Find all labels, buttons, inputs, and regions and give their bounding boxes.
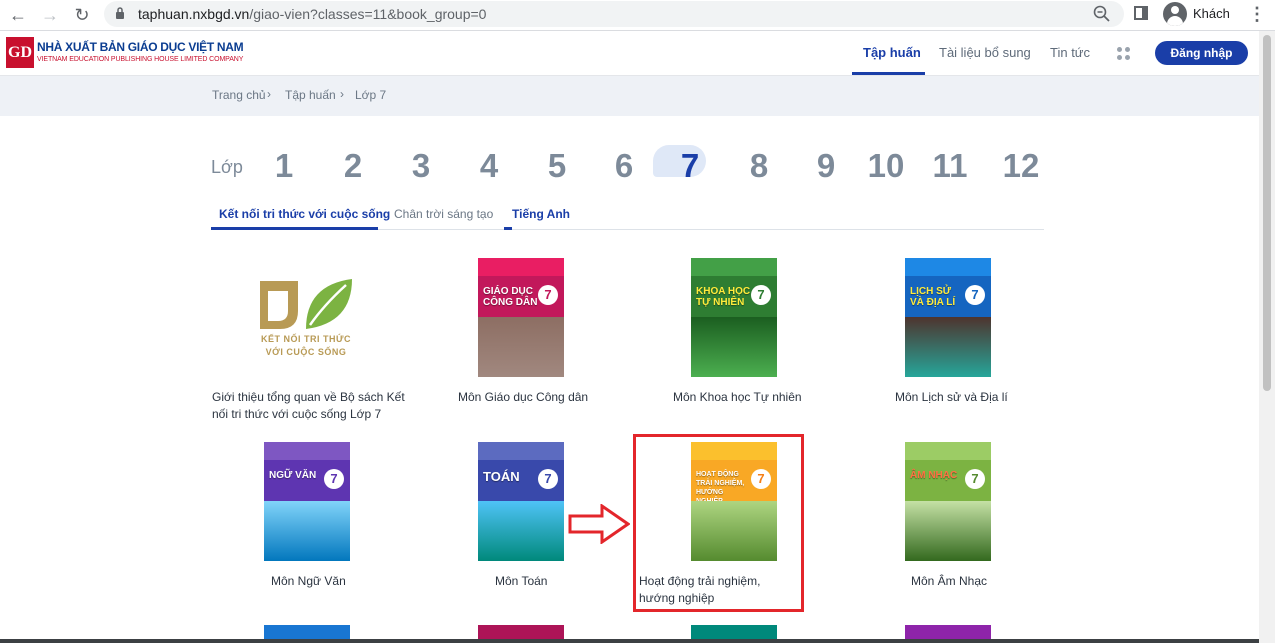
- ket-noi-logo-icon[interactable]: [258, 277, 354, 331]
- forward-icon[interactable]: →: [39, 4, 61, 26]
- book-title[interactable]: Môn Khoa học Tự nhiên: [673, 389, 802, 406]
- browser-toolbar: ← → ↻ taphuan.nxbgd.vn/giao-vien?classes…: [0, 0, 1275, 31]
- site-header: GD NHÀ XUẤT BẢN GIÁO DỤC VIỆT NAM VIETNA…: [0, 31, 1259, 76]
- side-panel-icon[interactable]: [1134, 6, 1148, 20]
- grade-4[interactable]: 4: [469, 147, 509, 185]
- breadcrumb: Trang chủ › Tập huấn › Lớp 7: [0, 76, 1259, 116]
- book-cover-ngu-van[interactable]: NGỮ VĂN 7: [264, 442, 350, 561]
- cover-title: NGỮ VĂN: [269, 470, 317, 481]
- nav-tin-tuc[interactable]: Tin tức: [1050, 45, 1090, 60]
- book-title[interactable]: Môn Ngữ Văn: [271, 573, 346, 590]
- cover-number: 7: [965, 285, 985, 305]
- profile-label: Khách: [1193, 6, 1230, 21]
- cover-number: 7: [538, 285, 558, 305]
- url-text[interactable]: taphuan.nxbgd.vn/giao-vien?classes=11&bo…: [138, 6, 486, 22]
- nav-active-indicator: [852, 72, 925, 75]
- cover-title: GIÁO DỤC CÔNG DÂN: [483, 286, 538, 308]
- grade-12[interactable]: 12: [1001, 147, 1041, 185]
- cover-title: KHOA HỌC TỰ NHIÊN: [696, 286, 751, 308]
- grade-11[interactable]: 11: [930, 147, 970, 185]
- avatar-icon: [1163, 2, 1187, 26]
- grade-6[interactable]: 6: [604, 147, 644, 185]
- book-cover-gdcd[interactable]: GIÁO DỤC CÔNG DÂN 7: [478, 258, 564, 377]
- book-cover-row3[interactable]: [905, 625, 991, 639]
- book-cover-row3[interactable]: [478, 625, 564, 639]
- address-bar[interactable]: taphuan.nxbgd.vn/giao-vien?classes=11&bo…: [104, 1, 1124, 27]
- highlight-box: [633, 434, 804, 612]
- cover-number: 7: [324, 469, 344, 489]
- grade-7[interactable]: 7: [670, 147, 710, 185]
- grade-1[interactable]: 1: [264, 147, 304, 185]
- apps-grid-icon[interactable]: [1117, 47, 1131, 61]
- grade-8[interactable]: 8: [739, 147, 779, 185]
- book-title[interactable]: Môn Lịch sử và Địa lí: [895, 389, 1008, 406]
- back-icon[interactable]: ←: [7, 4, 29, 26]
- book-cover-am-nhac[interactable]: ÂM NHẠC 7: [905, 442, 991, 561]
- url-path: /giao-vien?classes=11&book_group=0: [249, 6, 487, 22]
- cover-number: 7: [538, 469, 558, 489]
- logo-subtitle: VIETNAM EDUCATION PUBLISHING HOUSE LIMIT…: [37, 56, 244, 63]
- cover-number: 7: [751, 285, 771, 305]
- cover-title: TOÁN: [483, 469, 520, 484]
- grade-10[interactable]: 10: [866, 147, 906, 185]
- page-scrollbar[interactable]: [1259, 31, 1275, 643]
- grade-2[interactable]: 2: [333, 147, 373, 185]
- tab-ket-noi[interactable]: Kết nối tri thức với cuộc sống: [219, 207, 390, 221]
- login-button[interactable]: Đăng nhập: [1155, 41, 1248, 65]
- tab-indicator-small: [504, 227, 512, 230]
- grade-9[interactable]: 9: [806, 147, 846, 185]
- tab-tieng-anh[interactable]: Tiếng Anh: [512, 207, 570, 221]
- reload-icon[interactable]: ↻: [71, 4, 93, 26]
- book-cover-khtn[interactable]: KHOA HỌC TỰ NHIÊN 7: [691, 258, 777, 377]
- breadcrumb-home[interactable]: Trang chủ: [212, 88, 266, 102]
- cover-title: LỊCH SỬ VÀ ĐỊA LÍ: [910, 286, 956, 308]
- logo-title[interactable]: NHÀ XUẤT BẢN GIÁO DỤC VIỆT NAM: [37, 40, 244, 54]
- book-title[interactable]: Môn Âm Nhạc: [911, 573, 987, 590]
- book-cover-ls-dl[interactable]: LỊCH SỬ VÀ ĐỊA LÍ 7: [905, 258, 991, 377]
- chevron-right-icon: ›: [340, 87, 344, 101]
- grade-label: Lớp: [211, 157, 243, 177]
- tab-chan-troi[interactable]: Chân trời sáng tạo: [394, 207, 493, 221]
- tab-active-indicator: [211, 227, 378, 230]
- book-cover-row3[interactable]: [691, 625, 777, 639]
- taskbar-edge: [0, 639, 1259, 643]
- more-menu-icon[interactable]: ⋮: [1248, 3, 1266, 25]
- url-host: taphuan.nxbgd.vn: [138, 6, 250, 22]
- profile-button[interactable]: Khách: [1158, 1, 1238, 27]
- cover-number: 7: [965, 469, 985, 489]
- zoom-icon[interactable]: [1092, 4, 1112, 24]
- cover-title: ÂM NHẠC: [910, 470, 958, 481]
- breadcrumb-current: Lớp 7: [355, 88, 387, 102]
- breadcrumb-tap-huan[interactable]: Tập huấn: [285, 88, 336, 102]
- ket-noi-logo-text: KẾT NỐI TRI THỨC VỚI CUỘC SỐNG: [252, 333, 360, 359]
- logo-line-2: VỚI CUỘC SỐNG: [265, 347, 347, 357]
- book-title[interactable]: Môn Toán: [495, 573, 547, 590]
- book-cover-row3[interactable]: [264, 625, 350, 639]
- grade-3[interactable]: 3: [401, 147, 441, 185]
- book-cover-toan[interactable]: TOÁN 7: [478, 442, 564, 561]
- chevron-right-icon: ›: [267, 87, 271, 101]
- nav-tai-lieu-bo-sung[interactable]: Tài liệu bổ sung: [939, 45, 1031, 60]
- nav-tap-huan[interactable]: Tập huấn: [863, 45, 921, 60]
- book-title[interactable]: Giới thiệu tổng quan về Bộ sách Kết nối …: [212, 389, 412, 423]
- scrollbar-thumb[interactable]: [1263, 35, 1271, 391]
- arrow-right-icon: [568, 504, 630, 544]
- grade-5[interactable]: 5: [537, 147, 577, 185]
- logo-line-1: KẾT NỐI TRI THỨC: [261, 334, 351, 344]
- lock-icon[interactable]: [115, 6, 125, 20]
- book-title[interactable]: Môn Giáo dục Công dân: [458, 389, 588, 406]
- logo-icon[interactable]: GD: [6, 37, 34, 68]
